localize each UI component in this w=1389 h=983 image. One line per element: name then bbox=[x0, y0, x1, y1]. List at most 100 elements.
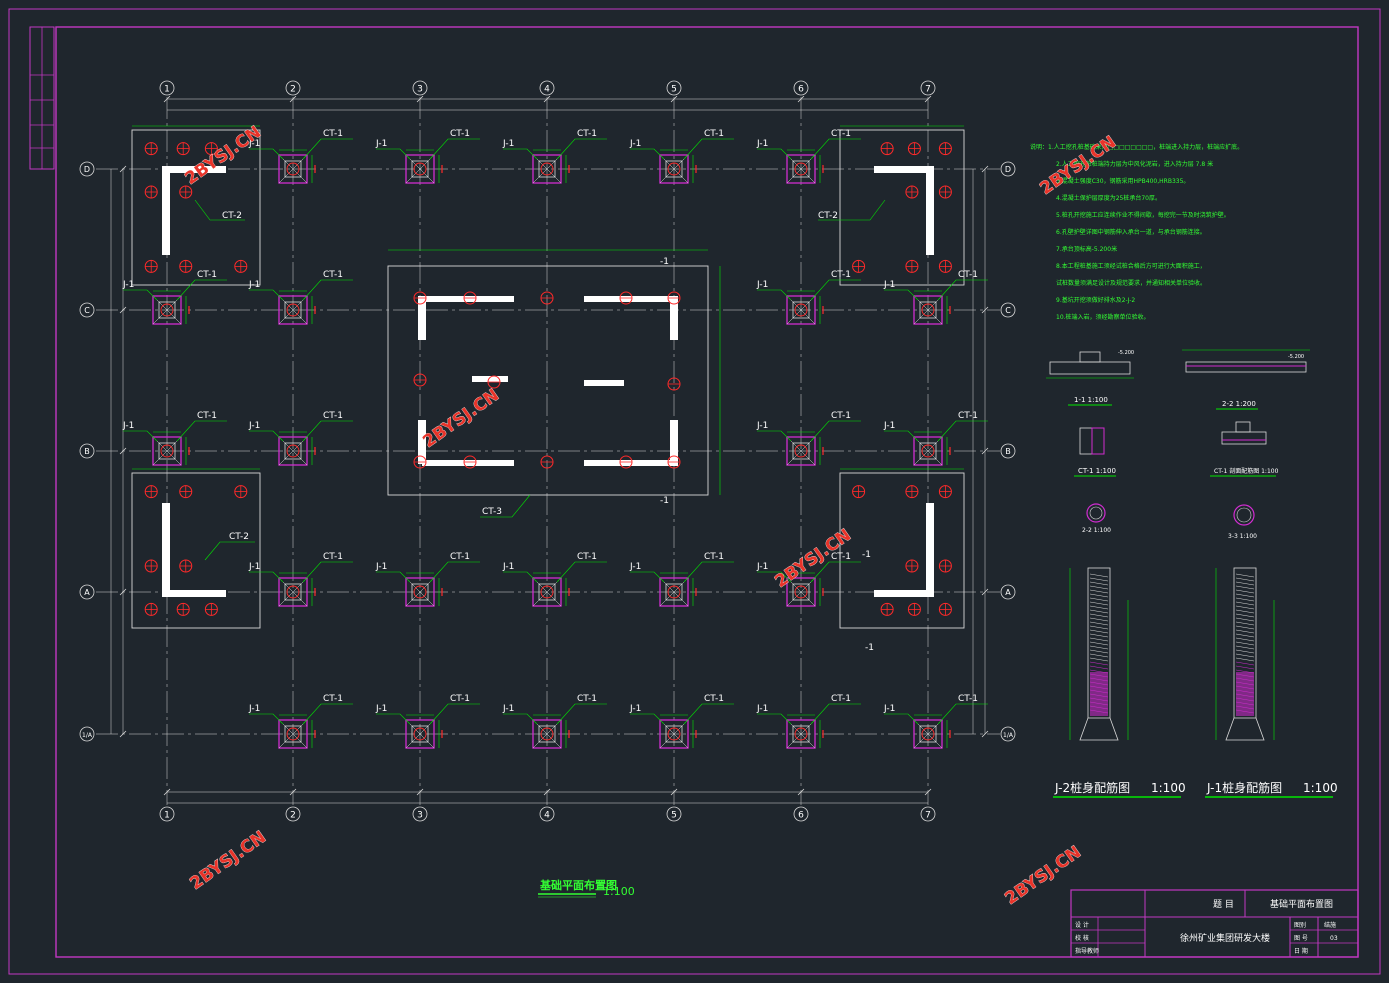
label-ct2-tl: CT-2 bbox=[222, 211, 242, 221]
leader-ct1 bbox=[937, 703, 988, 725]
label-j1: J-1 bbox=[756, 280, 768, 290]
pile-stirrup bbox=[1089, 645, 1109, 650]
grid-col-label: 3 bbox=[417, 811, 423, 821]
pile-stirrup bbox=[1089, 625, 1109, 630]
leader-j1 bbox=[249, 713, 284, 725]
label-ct1: CT-1 bbox=[450, 552, 470, 562]
leader-ct1 bbox=[937, 420, 988, 442]
leader-j1 bbox=[249, 571, 284, 583]
cad-drawing: 11223344556677D DC CB BA A1/A 1/A CT-1J-1CT-1… bbox=[8, 8, 1381, 975]
pile-stirrup bbox=[1235, 641, 1255, 646]
pile-stirrup bbox=[1089, 589, 1109, 594]
tb-row-design: 设 计 bbox=[1075, 921, 1089, 929]
note-line: 6.孔壁护壁详图中钢筋伸入承台一道，与承台钢筋连接。 bbox=[1056, 228, 1206, 236]
pile-cap-j1 bbox=[913, 290, 951, 325]
pile-cap-j1 bbox=[278, 572, 316, 607]
leader-j1 bbox=[503, 571, 538, 583]
pile-stirrup bbox=[1089, 637, 1109, 642]
tb-date-label: 日 期 bbox=[1294, 947, 1308, 955]
label-j1: J-1 bbox=[756, 704, 768, 714]
pile-stirrup bbox=[1089, 593, 1109, 598]
grid-col-label: 2 bbox=[290, 85, 296, 95]
grid-col-label: 2 bbox=[290, 811, 296, 821]
pile-cap-j1 bbox=[152, 431, 190, 466]
corner-cap-ct2 bbox=[131, 468, 261, 629]
pile-stirrup bbox=[1235, 645, 1255, 650]
pile-rebar-zone bbox=[1090, 672, 1108, 716]
label-j1: J-1 bbox=[629, 139, 641, 149]
grid-col-label: 4 bbox=[544, 85, 550, 95]
pile-stirrup bbox=[1089, 609, 1109, 614]
element-labels: CT-1 J-1 CT-1 J-1 CT-1 J-1 CT-1 J-1 CT-1 J-1 CT-1 J… bbox=[122, 129, 988, 725]
leader-ct1 bbox=[810, 420, 861, 442]
note-line: 7.承台顶标高-5.200米 bbox=[1056, 245, 1117, 253]
leader-j1 bbox=[884, 713, 919, 725]
label-ct1: CT-1 bbox=[831, 411, 851, 421]
leader-ct1 bbox=[810, 279, 861, 301]
pile-scale: 1:100 bbox=[1151, 781, 1186, 795]
label-ct1: CT-1 bbox=[958, 270, 978, 280]
sec11-title: 1-1 1:100 bbox=[1074, 396, 1108, 404]
pile-cap-j1 bbox=[405, 149, 443, 184]
pile-stirrup bbox=[1089, 641, 1109, 646]
leader-j1 bbox=[884, 289, 919, 301]
label-j1: J-1 bbox=[756, 139, 768, 149]
grid-row-label: D bbox=[84, 165, 90, 174]
pile-cap-j1 bbox=[659, 714, 697, 749]
watermark-text: 2BYSJ.CN bbox=[1001, 842, 1084, 909]
sec22-title: 2-2 1:200 bbox=[1222, 400, 1256, 408]
corner-cap-ct2 bbox=[839, 125, 965, 286]
label-ct1: CT-1 bbox=[577, 694, 597, 704]
label-ct1: CT-1 bbox=[197, 411, 217, 421]
pile-cap-j1 bbox=[786, 714, 824, 749]
ct2-wall-h bbox=[162, 590, 226, 597]
label-section-1d: -1 bbox=[862, 550, 871, 560]
leader-j1 bbox=[757, 148, 792, 160]
leader-j1 bbox=[630, 148, 665, 160]
grid-col-label: 6 bbox=[798, 811, 804, 821]
note-line: 5.桩孔开挖施工应连续作业不得间歇，每挖完一节及时浇筑护壁。 bbox=[1056, 211, 1230, 219]
leader-ct1 bbox=[810, 703, 861, 725]
grid-row-label: A bbox=[84, 588, 90, 597]
label-ct1: CT-1 bbox=[958, 694, 978, 704]
ct2-wall-h bbox=[874, 590, 934, 597]
leader-ct1 bbox=[556, 703, 607, 725]
pile-stirrup bbox=[1235, 617, 1255, 622]
pile-cap-j1 bbox=[659, 149, 697, 184]
pile-stirrup bbox=[1235, 605, 1255, 610]
leader-j1 bbox=[249, 148, 284, 160]
pile-cap-j1 bbox=[278, 290, 316, 325]
label-ct1: CT-1 bbox=[704, 129, 724, 139]
sec11-slab bbox=[1049, 361, 1131, 375]
label-j1: J-1 bbox=[375, 139, 387, 149]
label-ct1: CT-1 bbox=[704, 694, 724, 704]
tb-number-value: 03 bbox=[1330, 935, 1338, 942]
pile-stirrup bbox=[1235, 601, 1255, 606]
pile-stirrup bbox=[1089, 605, 1109, 610]
ct2-wall-v bbox=[162, 166, 170, 255]
tb-category-value: 结施 bbox=[1324, 921, 1336, 929]
ct1-detail-rebar bbox=[1091, 427, 1105, 455]
pile-stirrup bbox=[1089, 573, 1109, 578]
label-section-1b: -1 bbox=[660, 496, 669, 506]
label-ct2-bl: CT-2 bbox=[229, 532, 249, 542]
watermark-text: 2BYSJ.CN bbox=[419, 385, 502, 452]
grid-row-label: C bbox=[1005, 306, 1011, 315]
leader-ct1 bbox=[302, 561, 353, 583]
grid-row-label: B bbox=[1005, 447, 1011, 456]
leader-j1 bbox=[757, 430, 792, 442]
pile-stirrup bbox=[1089, 661, 1109, 666]
pile-stirrup bbox=[1235, 589, 1255, 594]
label-j1: J-1 bbox=[883, 280, 895, 290]
plan-scale: 1:100 bbox=[603, 885, 635, 898]
pile-cap-j1 bbox=[532, 149, 570, 184]
tb-project: 徐州矿业集团研发大楼 bbox=[1180, 932, 1270, 944]
leader-j1 bbox=[503, 713, 538, 725]
grid-col-label: 6 bbox=[798, 85, 804, 95]
ct3-wall bbox=[422, 460, 514, 466]
pile-stirrup bbox=[1089, 577, 1109, 582]
grid-col-label: 5 bbox=[671, 811, 677, 821]
ct3-wall bbox=[670, 296, 678, 340]
ct2-wall-h bbox=[874, 166, 934, 173]
pile-stirrup bbox=[1235, 597, 1255, 602]
